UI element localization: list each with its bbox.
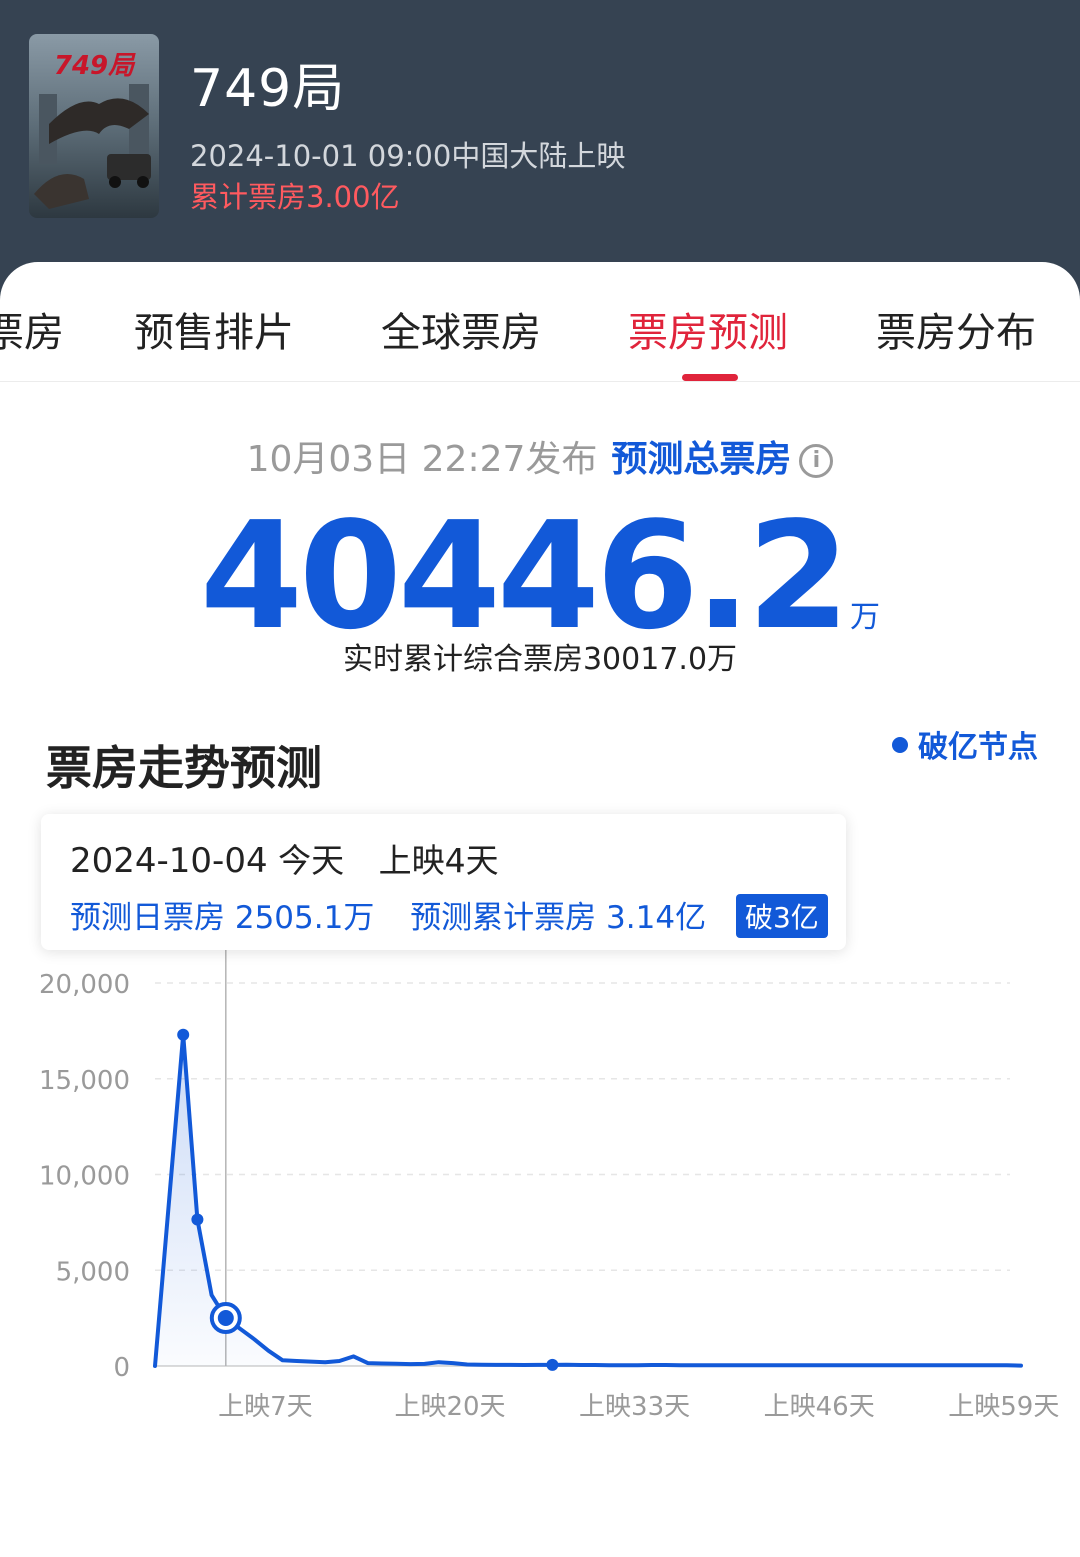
movie-poster[interactable]: 749局 [29,34,159,218]
legend-label: 破亿节点 [918,730,1038,765]
x-tick-label: 上映33天 [579,1392,690,1422]
tooltip-date: 2024-10-04 [70,841,268,881]
y-tick-label: 20,000 [39,970,130,1000]
tooltip-values: 预测日票房 2505.1万 预测累计票房 3.14亿 破3亿 [70,892,828,938]
total-gross: 累计票房3.00亿 [190,180,400,214]
tooltip-today: 今天 [278,841,345,880]
trend-chart[interactable]: 20,000 15,000 10,000 5,000 0 上映7天 上映20天 上映33天 上映… [0,950,1080,1430]
milestone-point [546,1358,559,1371]
y-tick-label: 5,000 [56,1257,130,1287]
x-tick-label: 上映46天 [764,1392,875,1422]
y-tick-label: 15,000 [39,1066,130,1096]
poster-title-art: 749局 [54,51,136,81]
active-tab-indicator [682,374,738,381]
milestone-point [177,1028,190,1041]
milestone-point [191,1213,204,1226]
tab-global[interactable]: 全球票房 [381,300,541,358]
publish-line: 10月03日 22:27发布 预测总票房 i [0,430,1080,482]
tab-box-office[interactable]: 票房 [0,300,64,358]
tooltip-day: 上映4天 [378,841,499,880]
forecast-unit: 万 [850,600,881,635]
legend-dot-icon [892,737,908,753]
x-tick-label: 上映59天 [948,1392,1059,1422]
tab-forecast[interactable]: 票房预测 [628,300,788,358]
y-tick-label: 10,000 [39,1162,130,1192]
legend-milestone[interactable]: 破亿节点 [892,722,1038,766]
realtime-gross: 实时累计综合票房30017.0万 [342,642,738,677]
x-tick-label: 上映20天 [394,1392,505,1422]
selected-point [217,1310,234,1327]
series-area [155,1034,1021,1366]
series-line [153,1032,1023,1368]
tooltip-cumulative: 预测累计票房 3.14亿 [410,900,707,936]
y-tick-label: 0 [113,1353,130,1383]
chart-tooltip: 2024-10-04 今天 上映4天 预测日票房 2505.1万 预测累计票房 … [41,814,846,950]
release-info: 2024-10-01 09:00中国大陆上映 [190,139,626,173]
trend-title: 票房走势预测 [46,741,322,795]
tooltip-header: 2024-10-04 今天 上映4天 [70,834,499,882]
movie-header: 749局 749局 2024-10-01 09:00中国大陆上映 累计票房3.0… [0,0,1080,300]
tab-distribution[interactable]: 票房分布 [876,300,1036,358]
milestone-badge: 破3亿 [735,894,828,938]
content-sheet: 票房 预售排片 全球票房 票房预测 票房分布 10月03日 22:27发布 预测总… [0,262,1080,1557]
movie-title: 749局 [190,59,346,119]
publish-time: 10月03日 22:27发布 [246,439,598,480]
tooltip-daily: 预测日票房 2505.1万 [70,900,375,936]
tab-bar: 票房 预售排片 全球票房 票房预测 票房分布 [0,262,1080,382]
x-tick-label: 上映7天 [218,1392,313,1422]
tab-presale[interactable]: 预售排片 [134,300,294,358]
info-icon[interactable]: i [799,444,834,478]
forecast-total-label: 预测总票房 [611,439,792,480]
